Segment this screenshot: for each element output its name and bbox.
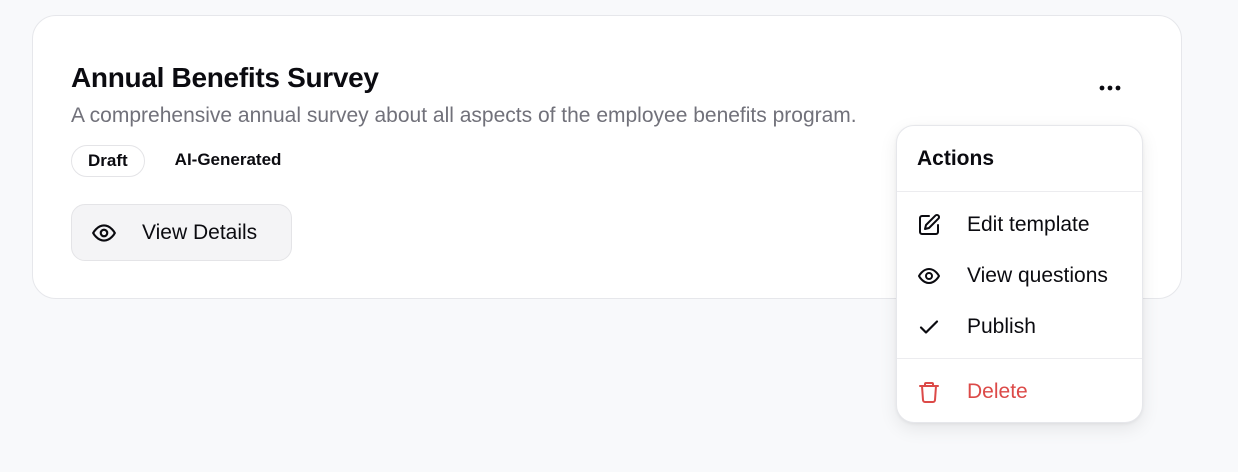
edit-icon: [917, 213, 941, 237]
status-badge: Draft: [71, 145, 145, 177]
ai-generated-badge: AI-Generated: [174, 150, 282, 169]
menu-item-delete[interactable]: Delete: [897, 370, 1142, 414]
more-actions-button[interactable]: [1090, 72, 1130, 104]
trash-icon: [917, 380, 941, 404]
menu-item-label: View questions: [967, 264, 1108, 287]
check-icon: [917, 315, 941, 339]
menu-item-label: Edit template: [967, 213, 1090, 236]
card-description: A comprehensive annual survey about all …: [71, 104, 857, 127]
eye-icon: [917, 264, 941, 288]
menu-divider: [897, 191, 1142, 192]
view-details-label: View Details: [142, 220, 258, 244]
actions-menu: Actions Edit template View questions Pub…: [896, 125, 1143, 423]
badge-row: Draft AI-Generated: [71, 145, 293, 177]
more-horizontal-icon: [1098, 79, 1122, 97]
menu-item-view-questions[interactable]: View questions: [897, 254, 1142, 298]
menu-item-publish[interactable]: Publish: [897, 305, 1142, 349]
menu-item-label: Publish: [967, 315, 1036, 338]
eye-icon: [91, 220, 117, 246]
card-title: Annual Benefits Survey: [71, 62, 379, 93]
menu-item-edit-template[interactable]: Edit template: [897, 203, 1142, 247]
menu-item-label: Delete: [967, 380, 1028, 403]
view-details-button[interactable]: View Details: [71, 204, 292, 261]
menu-divider: [897, 358, 1142, 359]
menu-header: Actions: [917, 147, 995, 170]
